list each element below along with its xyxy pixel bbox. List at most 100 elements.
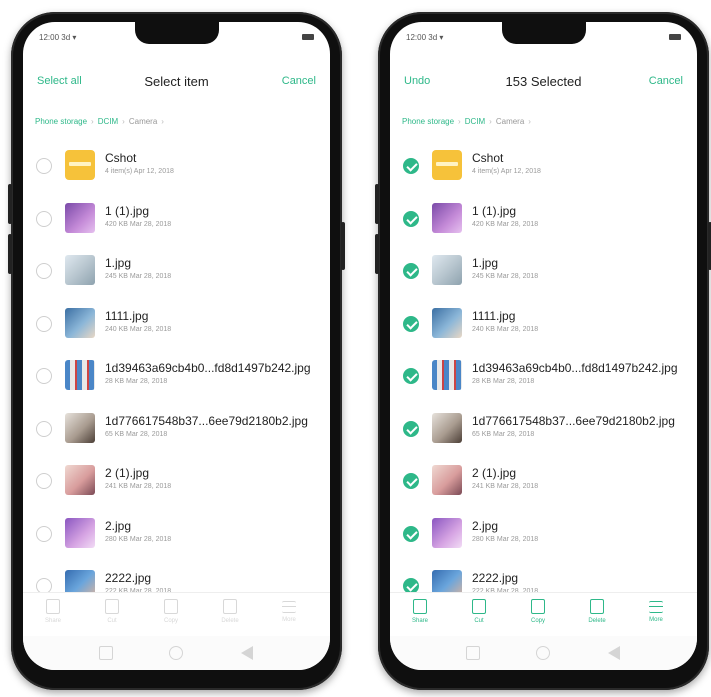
power-button bbox=[341, 222, 345, 270]
delete-button: Delete bbox=[210, 599, 250, 624]
status-time: 12:00 3d ▾ bbox=[406, 33, 444, 42]
delete-icon bbox=[223, 599, 237, 614]
file-name: 2222.jpg bbox=[105, 571, 152, 585]
file-meta: 245 KB Mar 28, 2018 bbox=[105, 273, 172, 280]
checkbox-checked[interactable] bbox=[403, 525, 419, 542]
list-item[interactable]: 2 (1).jpg 241 KB Mar 28, 2018 bbox=[23, 455, 330, 508]
file-name: 1d39463a69cb4b0...fd8d1497b242.jpg bbox=[105, 361, 311, 375]
checkbox[interactable] bbox=[36, 263, 52, 279]
file-meta: 28 KB Mar 28, 2018 bbox=[472, 378, 535, 385]
recent-apps-icon[interactable] bbox=[466, 646, 480, 660]
cut-button[interactable]: Cut bbox=[459, 599, 499, 624]
checkbox[interactable] bbox=[36, 315, 52, 332]
navigation-bar bbox=[23, 636, 330, 670]
list-item[interactable]: 1111.jpg 240 KB Mar 28, 2018 bbox=[23, 298, 330, 351]
breadcrumb: Phone storage › DCIM › Camera › bbox=[35, 117, 168, 126]
file-meta: 240 KB Mar 28, 2018 bbox=[105, 325, 172, 333]
chevron-right-icon: › bbox=[161, 117, 164, 126]
list-item[interactable]: 1 (1).jpg 420 KB Mar 28, 2018 bbox=[23, 193, 330, 246]
list-item[interactable]: 2.jpg 280 KB Mar 28, 2018 bbox=[23, 508, 330, 561]
file-name: 2.jpg bbox=[472, 518, 499, 533]
checkbox-checked[interactable] bbox=[403, 420, 419, 437]
file-meta: 280 KB Mar 28, 2018 bbox=[472, 535, 539, 543]
cut-icon bbox=[105, 599, 119, 614]
checkbox-checked[interactable] bbox=[403, 473, 419, 489]
copy-icon bbox=[164, 599, 178, 614]
title-bar: Select all Select item Cancel bbox=[23, 70, 330, 92]
checkbox[interactable] bbox=[36, 473, 52, 489]
file-meta: 241 KB Mar 28, 2018 bbox=[472, 483, 539, 490]
cancel-button[interactable]: Cancel bbox=[282, 75, 316, 87]
checkbox-checked[interactable] bbox=[403, 263, 419, 279]
image-thumbnail bbox=[65, 202, 95, 233]
chevron-right-icon: › bbox=[458, 117, 461, 126]
file-meta: 240 KB Mar 28, 2018 bbox=[472, 325, 539, 333]
breadcrumb-dcim[interactable]: DCIM bbox=[98, 117, 118, 126]
breadcrumb-phone-storage[interactable]: Phone storage bbox=[402, 117, 454, 126]
checkbox-checked[interactable] bbox=[403, 368, 419, 384]
copy-label: Copy bbox=[530, 618, 545, 624]
image-thumbnail bbox=[65, 255, 95, 285]
breadcrumb-dcim[interactable]: DCIM bbox=[465, 117, 485, 126]
more-button[interactable]: More bbox=[636, 599, 676, 623]
checkbox[interactable] bbox=[36, 368, 52, 384]
cut-button: Cut bbox=[92, 599, 132, 624]
list-item[interactable]: 1d39463a69cb4b0...fd8d1497b242.jpg 28 KB … bbox=[390, 350, 697, 403]
checkbox[interactable] bbox=[36, 525, 52, 542]
recent-apps-icon[interactable] bbox=[99, 646, 113, 660]
list-item[interactable]: 1111.jpg 240 KB Mar 28, 2018 bbox=[390, 298, 697, 351]
file-list: Cshot 4 item(s) Apr 12, 2018 1 (1).jpg 420… bbox=[390, 140, 697, 613]
delete-label: Delete bbox=[221, 618, 239, 624]
file-name: 2 (1).jpg bbox=[472, 466, 517, 480]
home-icon[interactable] bbox=[169, 646, 183, 660]
file-name: 1.jpg bbox=[472, 256, 499, 270]
back-icon[interactable] bbox=[241, 646, 253, 660]
file-list: Cshot 4 item(s) Apr 12, 2018 1 (1).jpg 420… bbox=[23, 140, 330, 613]
battery-icon bbox=[669, 34, 681, 40]
home-icon[interactable] bbox=[536, 646, 550, 660]
chevron-right-icon: › bbox=[122, 117, 125, 126]
menu-icon bbox=[282, 601, 296, 613]
list-item[interactable]: Cshot 4 item(s) Apr 12, 2018 bbox=[390, 140, 697, 193]
list-item[interactable]: 1d39463a69cb4b0...fd8d1497b242.jpg 28 KB … bbox=[23, 350, 330, 403]
navigation-bar bbox=[390, 636, 697, 670]
list-item[interactable]: 2.jpg 280 KB Mar 28, 2018 bbox=[390, 508, 697, 561]
back-icon[interactable] bbox=[608, 646, 620, 660]
image-thumbnail bbox=[65, 412, 95, 443]
breadcrumb-camera: Camera bbox=[128, 117, 158, 126]
list-item[interactable]: Cshot 4 item(s) Apr 12, 2018 bbox=[23, 140, 330, 193]
list-item[interactable]: 1 (1).jpg 420 KB Mar 28, 2018 bbox=[390, 193, 697, 246]
chevron-right-icon: › bbox=[91, 117, 94, 126]
file-name: Cshot bbox=[472, 151, 504, 165]
file-name: 1111.jpg bbox=[472, 308, 516, 323]
chevron-right-icon: › bbox=[489, 117, 492, 126]
share-icon bbox=[46, 599, 60, 614]
volume-down-button bbox=[375, 234, 379, 274]
checkbox[interactable] bbox=[36, 210, 52, 227]
file-name: 2.jpg bbox=[105, 518, 132, 533]
delete-icon bbox=[590, 599, 604, 614]
checkbox-checked[interactable] bbox=[403, 210, 419, 227]
delete-button[interactable]: Delete bbox=[577, 599, 617, 624]
checkbox[interactable] bbox=[36, 420, 52, 437]
notch bbox=[501, 22, 586, 44]
cancel-button[interactable]: Cancel bbox=[649, 75, 683, 87]
list-item[interactable]: 1.jpg 245 KB Mar 28, 2018 bbox=[23, 245, 330, 298]
checkbox[interactable] bbox=[36, 158, 52, 174]
file-name: 1d39463a69cb4b0...fd8d1497b242.jpg bbox=[472, 361, 678, 375]
list-item[interactable]: 1d776617548b37...6ee79d2180b2.jpg 65 KB M… bbox=[390, 403, 697, 456]
breadcrumb-phone-storage[interactable]: Phone storage bbox=[35, 117, 87, 126]
share-button[interactable]: Share bbox=[400, 599, 440, 624]
file-name: 1d776617548b37...6ee79d2180b2.jpg bbox=[105, 413, 308, 428]
folder-icon bbox=[432, 150, 462, 180]
list-item[interactable]: 2 (1).jpg 241 KB Mar 28, 2018 bbox=[390, 455, 697, 508]
checkbox-checked[interactable] bbox=[403, 158, 419, 174]
status-time: 12:00 3d ▾ bbox=[39, 33, 77, 42]
copy-button[interactable]: Copy bbox=[518, 599, 558, 624]
checkbox-checked[interactable] bbox=[403, 315, 419, 332]
image-thumbnail bbox=[65, 465, 95, 495]
copy-button: Copy bbox=[151, 599, 191, 624]
screen: 12:00 3d ▾ Select all Select item Cancel… bbox=[23, 22, 330, 670]
list-item[interactable]: 1.jpg 245 KB Mar 28, 2018 bbox=[390, 245, 697, 298]
list-item[interactable]: 1d776617548b37...6ee79d2180b2.jpg 65 KB M… bbox=[23, 403, 330, 456]
